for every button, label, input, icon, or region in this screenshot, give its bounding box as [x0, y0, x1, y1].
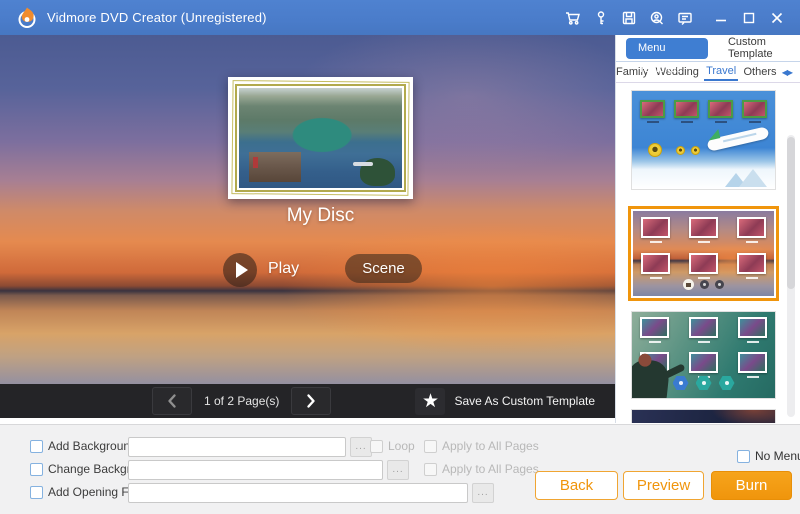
window-title: Vidmore DVD Creator (Unregistered): [47, 10, 267, 25]
next-page-button[interactable]: [291, 387, 331, 415]
music-apply-all-checkbox[interactable]: [424, 440, 437, 453]
preview-button[interactable]: Preview: [623, 471, 704, 500]
close-button[interactable]: [764, 6, 790, 30]
browse-background-button[interactable]: ...: [387, 460, 409, 480]
app-logo-icon: [16, 7, 38, 29]
chevron-left-icon: [170, 396, 175, 407]
add-opening-film-checkbox[interactable]: [30, 486, 43, 499]
background-apply-all-label: Apply to All Pages: [442, 462, 539, 476]
support-icon[interactable]: [644, 6, 670, 30]
previous-page-button[interactable]: [152, 387, 192, 415]
app-window: Vidmore DVD Creator (Unregistered): [0, 0, 800, 514]
template-list: [616, 83, 800, 423]
disc-title-text[interactable]: My Disc: [233, 205, 408, 227]
scene-button[interactable]: Scene: [345, 254, 422, 283]
no-menu-option: No Menu: [737, 449, 800, 463]
change-background-checkbox[interactable]: [30, 463, 43, 476]
play-button-label[interactable]: Play: [268, 260, 318, 278]
star-icon[interactable]: ★: [415, 388, 445, 415]
no-menu-checkbox[interactable]: [737, 450, 750, 463]
template-travel-airplane[interactable]: [631, 90, 776, 190]
background-apply-all-checkbox[interactable]: [424, 463, 437, 476]
options-panel: Add Background Music: ... Loop Apply to …: [0, 424, 800, 514]
feedback-icon[interactable]: [672, 6, 698, 30]
scrollbar-thumb[interactable]: [787, 137, 795, 289]
burn-button[interactable]: Burn: [711, 471, 792, 500]
titlebar: Vidmore DVD Creator (Unregistered): [0, 0, 800, 35]
loop-label: Loop: [388, 439, 415, 453]
change-background-input[interactable]: [128, 460, 383, 480]
sidebar-scrollbar[interactable]: [787, 135, 795, 417]
add-background-music-checkbox[interactable]: [30, 440, 43, 453]
airplane-icon: [706, 126, 769, 152]
background-music-input[interactable]: [128, 437, 346, 457]
music-apply-all-label: Apply to All Pages: [442, 439, 539, 453]
template-travel-tourist[interactable]: [631, 311, 776, 399]
template-travel-sunset-selected[interactable]: [628, 206, 779, 301]
loop-checkbox[interactable]: [370, 440, 383, 453]
opening-film-input[interactable]: [128, 483, 468, 503]
disc-photo-frame[interactable]: [228, 77, 413, 199]
template-sidebar: Menu Template Custom Template Family Wed…: [615, 35, 800, 423]
tab-custom-template[interactable]: Custom Template: [722, 36, 800, 60]
menu-preview: My Disc Play Scene 1 of 2 Page(s) ★ Save…: [0, 35, 615, 418]
maximize-button[interactable]: [736, 6, 762, 30]
page-counter: 1 of 2 Page(s): [204, 394, 279, 408]
play-icon: [236, 262, 248, 278]
cart-icon[interactable]: [560, 6, 586, 30]
page-navigation-bar: 1 of 2 Page(s) ★ Save As Custom Template: [0, 384, 615, 418]
background-music-row: Add Background Music: ... Loop Apply to …: [0, 437, 800, 457]
category-travel[interactable]: Travel: [704, 63, 738, 81]
harbor-photo: [239, 88, 402, 188]
play-button[interactable]: [223, 253, 257, 287]
back-button[interactable]: Back: [535, 471, 618, 500]
save-project-icon[interactable]: [616, 6, 642, 30]
home-icon: [683, 279, 694, 290]
sidebar-tabs: Menu Template Custom Template: [616, 35, 800, 62]
template-travel-night[interactable]: [631, 409, 776, 423]
browse-music-button[interactable]: ...: [350, 437, 372, 457]
category-others[interactable]: Others: [741, 64, 778, 80]
category-scroll-arrows-icon[interactable]: ◀▶: [782, 68, 792, 77]
save-as-custom-template-button[interactable]: Save As Custom Template: [454, 394, 595, 408]
chevron-right-icon: [309, 396, 314, 407]
register-key-icon[interactable]: [588, 6, 614, 30]
tab-menu-template[interactable]: Menu Template: [626, 38, 708, 59]
minimize-button[interactable]: [708, 6, 734, 30]
browse-opening-film-button[interactable]: ...: [472, 483, 494, 503]
no-menu-label: No Menu: [755, 449, 800, 463]
